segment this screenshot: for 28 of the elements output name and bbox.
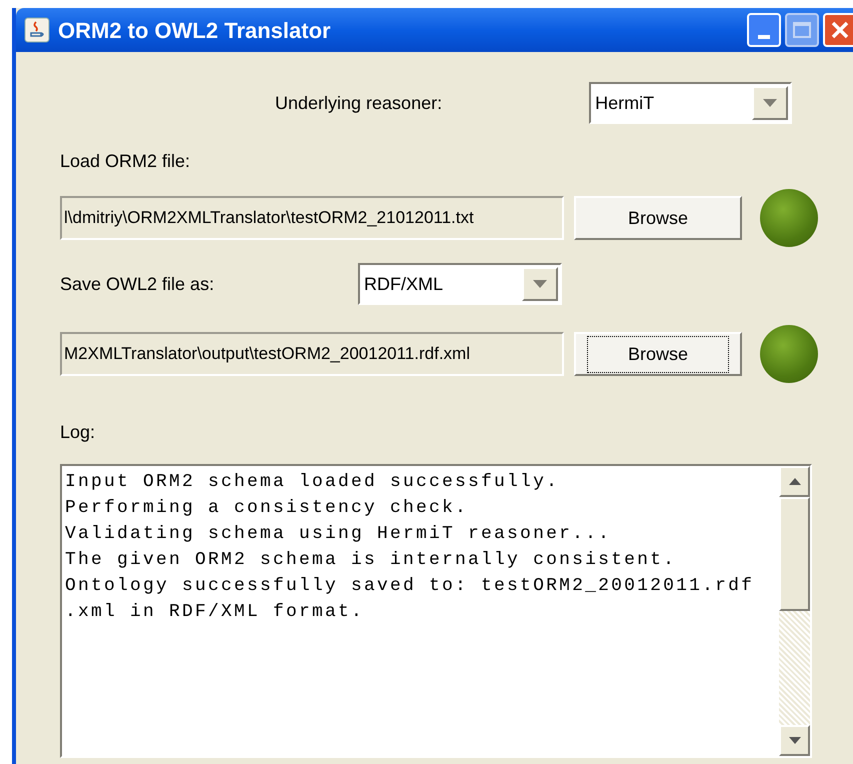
dropdown[interactable]: HermiT (589, 82, 792, 124)
load-label: Load ORM2 file: (60, 150, 192, 173)
log-line: .xml in RDF/XML format. (65, 601, 366, 624)
cup-icon (24, 17, 50, 43)
reasoner-label: Underlying reasoner: (275, 92, 442, 115)
browse-button[interactable]: Browse (574, 332, 742, 376)
minimize-button[interactable] (747, 13, 781, 47)
close-button[interactable] (823, 13, 853, 47)
window-title: ORM2 to OWL2 Translator (58, 16, 332, 44)
caret-icon (522, 267, 558, 301)
path-field[interactable]: M2XMLTranslator\output\testORM2_20012011.rdf.xml (60, 332, 564, 376)
log-line: Performing a consistency check. (65, 497, 470, 520)
scroll-thumb[interactable] (779, 497, 810, 611)
scrollbar[interactable] (779, 466, 810, 756)
save-label: Save OWL2 file as: (60, 272, 216, 296)
log-area[interactable] (60, 464, 812, 758)
log-label: Log: (60, 421, 96, 444)
log-line: Ontology successfully saved to: testORM2_20012011.rdf (65, 575, 756, 598)
log-line: The given ORM2 schema is internally consistent. (65, 549, 678, 572)
log-line: Validating schema using HermiT reasoner... (65, 523, 612, 546)
dropdown[interactable]: RDF/XML (358, 263, 562, 305)
browse-button[interactable]: Browse (574, 196, 742, 240)
path-field[interactable]: l\dmitriy\ORM2XMLTranslator\testORM2_21012011.txt (60, 196, 564, 240)
log-line: Input ORM2 schema loaded successfully. (65, 471, 560, 494)
close-icon (830, 20, 850, 40)
scroll-up-icon[interactable] (779, 466, 810, 497)
scroll-down-icon[interactable] (779, 725, 810, 756)
caret-icon (752, 86, 788, 120)
